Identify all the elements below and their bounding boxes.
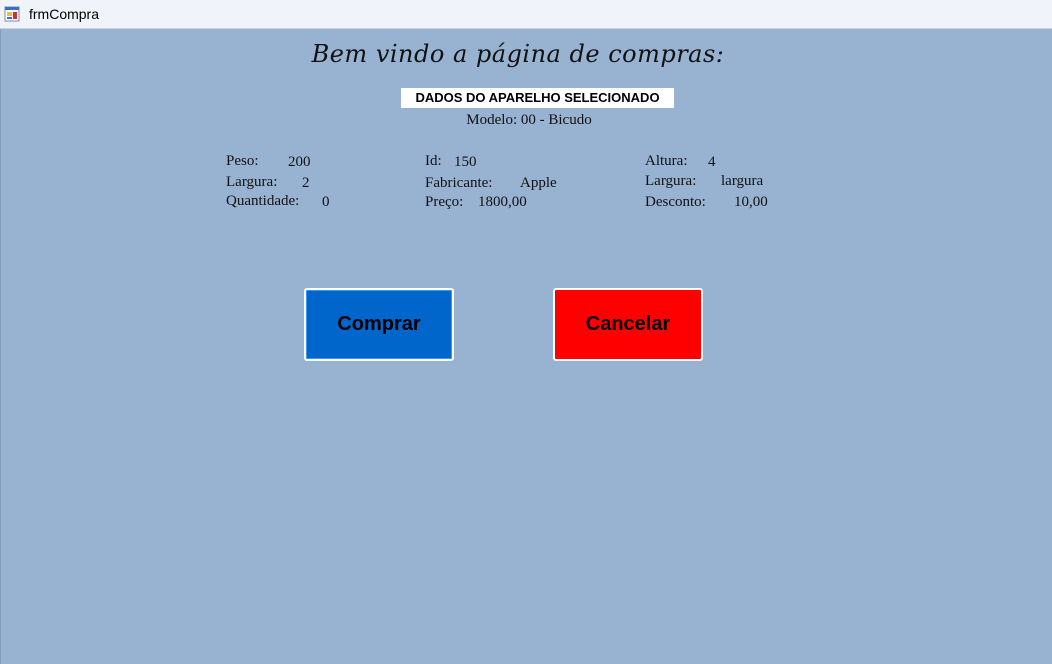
largura-label: Largura: — [226, 174, 278, 190]
comprar-button[interactable]: Comprar — [304, 288, 454, 361]
app-icon — [4, 6, 20, 22]
largura-right-value: largura — [721, 173, 764, 189]
id-value: 150 — [454, 154, 477, 170]
id-label: Id: — [425, 153, 442, 169]
preco-label: Preço: — [425, 194, 464, 210]
peso-value: 200 — [288, 154, 311, 170]
fabricante-label: Fabricante: — [425, 175, 493, 191]
peso-label: Peso: — [226, 153, 259, 169]
frm-compra-window: frmCompra Bem vindo a página de compras:… — [0, 0, 1052, 664]
largura-right-label: Largura: — [645, 173, 697, 189]
quantidade-label: Quantidade: — [226, 193, 300, 209]
cancelar-button[interactable]: Cancelar — [553, 288, 703, 361]
fabricante-value: Apple — [520, 175, 557, 191]
desconto-label: Desconto: — [645, 194, 706, 210]
section-title: DADOS DO APARELHO SELECIONADO — [401, 88, 674, 108]
preco-value: 1800,00 — [478, 194, 527, 210]
welcome-heading: Bem vindo a página de compras: — [311, 40, 725, 68]
altura-label: Altura: — [645, 153, 688, 169]
title-bar: frmCompra — [0, 0, 1052, 29]
quantidade-value: 0 — [322, 194, 330, 210]
desconto-value: 10,00 — [734, 194, 768, 210]
modelo-label: Modelo: 00 - Bicudo — [466, 112, 592, 128]
window-title: frmCompra — [29, 6, 100, 22]
largura-value: 2 — [302, 175, 310, 191]
altura-value: 4 — [708, 154, 716, 170]
